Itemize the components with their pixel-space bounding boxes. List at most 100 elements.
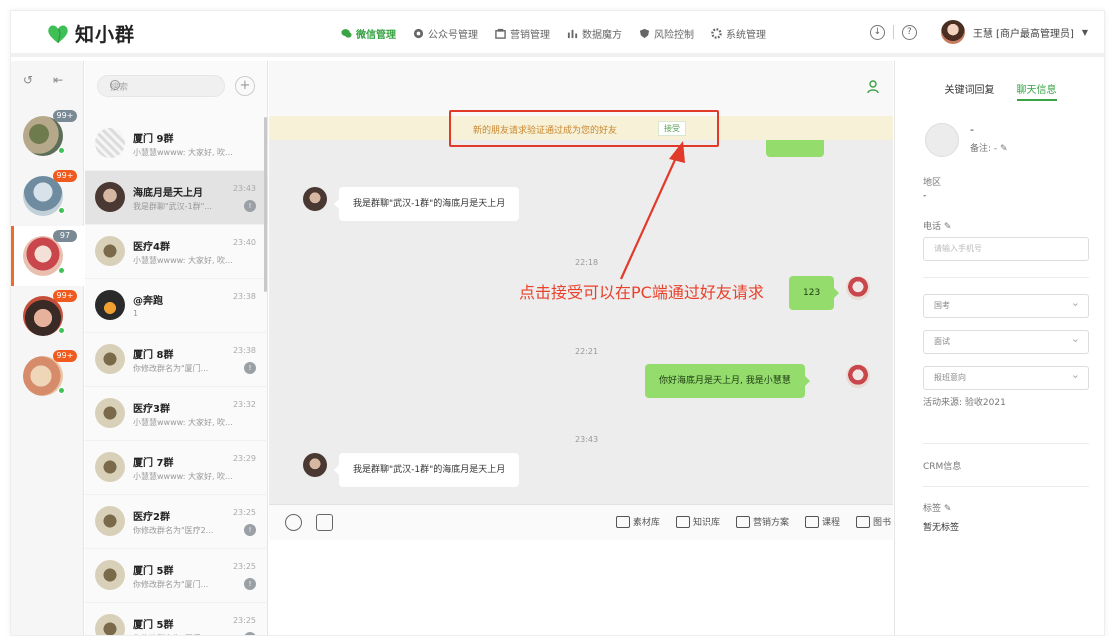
knowledge-base-button[interactable]: 知识库 <box>675 515 720 528</box>
chat-avatar <box>95 452 125 482</box>
marketing-plan-button[interactable]: 营销方案 <box>735 515 789 528</box>
gear-icon <box>711 28 722 39</box>
phone-input[interactable]: 请输入手机号 <box>923 237 1089 261</box>
nav-data-cube[interactable]: 数据魔方 <box>567 26 622 41</box>
chat-list-item[interactable]: 医疗2群 23:25 你修改群名为"医疗2...! <box>85 495 268 549</box>
chat-preview: 小慧慧wwww: 大家好, 吹... <box>133 148 233 157</box>
unread-badge: 99+ <box>53 290 77 302</box>
chat-list-item[interactable]: 海底月是天上月 23:43 我是群聊"武汉-1群"...! <box>85 171 268 225</box>
books-button[interactable]: 图书 <box>855 515 891 528</box>
unread-badge: 97 <box>53 230 77 242</box>
chat-name: 厦门 5群 <box>133 620 174 631</box>
scrollbar[interactable] <box>264 117 267 292</box>
select-exam-type[interactable]: 国考 <box>923 292 1089 318</box>
divider <box>923 277 1089 278</box>
nav-risk-control[interactable]: 风险控制 <box>639 26 694 41</box>
chat-list-item[interactable]: 厦门 5群23:25你修改群名为"厦门...! <box>85 603 268 635</box>
user-avatar[interactable] <box>940 20 965 44</box>
chat-time: 23:38 <box>232 292 256 301</box>
chat-avatar <box>95 560 125 590</box>
annotation-text: 点击接受可以在PC端通过好友请求 <box>519 283 764 302</box>
divider <box>923 486 1089 487</box>
chat-list-item[interactable]: 医疗3群 23:32 小慧慧wwww: 大家好, 吹... <box>85 387 268 441</box>
nav-official-account[interactable]: 公众号管理 <box>413 26 478 41</box>
unread-badge: 99+ <box>53 110 77 122</box>
back-icon[interactable]: ↺ <box>23 73 33 87</box>
chat-time: 23:32 <box>232 400 256 409</box>
nav-system-management[interactable]: 系统管理 <box>711 26 766 41</box>
contact-note[interactable]: 备注: - ✎ <box>970 141 1008 154</box>
chat-list-item[interactable]: 厦门 9群小慧慧wwww: 大家好, 吹... <box>85 117 268 171</box>
nav-marketing[interactable]: 营销管理 <box>495 26 550 41</box>
message-input[interactable] <box>269 540 893 635</box>
chat-time: 23:25 <box>232 616 256 625</box>
edit-icon[interactable]: ✎ <box>1000 144 1008 154</box>
message-outgoing: 123 <box>789 276 840 310</box>
chat-time: 23:29 <box>232 454 256 463</box>
nav-label: 系统管理 <box>726 30 766 41</box>
add-button[interactable]: + <box>235 76 255 96</box>
self-avatar[interactable] <box>846 276 870 300</box>
chat-time: 23:25 <box>232 562 256 571</box>
user-name[interactable]: 王慧 [商户最高管理员] <box>973 25 1074 40</box>
app-window: 知小群 微信管理 公众号管理 营销管理 数据魔方 风险控制 系统管理 ↓ ? 王… <box>10 10 1105 636</box>
online-dot <box>58 207 65 214</box>
note-text: 备注: - <box>970 144 998 154</box>
nav-label: 营销管理 <box>510 30 550 41</box>
edit-icon[interactable]: ✎ <box>944 222 952 232</box>
chat-preview: 小慧慧wwww: 大家好, 吹... <box>133 256 233 265</box>
chat-list-item[interactable]: 厦门 5群23:25你修改群名为"厦门...! <box>85 549 268 603</box>
unread-mark-icon: ! <box>244 362 256 374</box>
online-dot <box>58 327 65 334</box>
contact-avatar[interactable] <box>303 453 327 477</box>
shield-icon <box>639 28 650 39</box>
cloud-download-icon[interactable]: ↓ <box>869 24 885 40</box>
unread-mark-icon: ! <box>244 578 256 590</box>
nav-label: 公众号管理 <box>428 30 478 41</box>
contact-info-panel: 关键词回复 聊天信息 - 备注: - ✎ 地区 - 电话 ✎ 请输入手机号 国考… <box>894 61 1104 635</box>
account-avatar-3[interactable]: 97 <box>23 230 77 276</box>
search-icon <box>110 80 120 90</box>
edit-icon[interactable]: ✎ <box>944 504 952 514</box>
chat-list-item[interactable]: 厦门 7群 23:29 小慧慧wwww: 大家好, 吹... <box>85 441 268 495</box>
toolbar-label: 营销方案 <box>752 518 789 528</box>
tab-keyword-reply[interactable]: 关键词回复 <box>945 81 995 101</box>
material-library-button[interactable]: 素材库 <box>615 515 660 528</box>
region-label: 地区 <box>923 178 942 188</box>
tab-chat-info[interactable]: 聊天信息 <box>1016 81 1057 101</box>
nav-wechat-management[interactable]: 微信管理 <box>341 26 396 41</box>
app-logo: 知小群 <box>47 20 135 47</box>
chat-time: 23:40 <box>232 238 256 247</box>
self-avatar[interactable] <box>846 364 870 388</box>
chat-preview: 小慧慧wwww: 大家好, 吹... <box>133 472 233 481</box>
chat-name: 厦门 9群 <box>133 134 174 145</box>
account-avatar-4[interactable]: 99+ <box>23 290 77 336</box>
account-avatar-5[interactable]: 99+ <box>23 350 77 396</box>
emoji-icon[interactable] <box>285 514 302 531</box>
contact-avatar-placeholder <box>925 123 959 157</box>
message-incoming: 我是群聊"武汉-1群"的海底月是天上月 <box>333 187 520 221</box>
chat-avatar <box>95 506 125 536</box>
chat-time: 23:25 <box>232 508 256 517</box>
chat-list-item[interactable]: 厦门 8群 23:38 你修改群名为"厦门...! <box>85 333 268 387</box>
toolbar-label: 图书 <box>872 518 891 528</box>
select-interview[interactable]: 面试 <box>923 328 1089 354</box>
collapse-icon[interactable]: ⇤ <box>53 73 63 87</box>
course-button[interactable]: 课程 <box>804 515 840 528</box>
select-class-intent[interactable]: 报班意向 <box>923 364 1089 390</box>
search-input[interactable]: 搜索 <box>97 75 225 97</box>
person-add-icon[interactable] <box>867 80 881 94</box>
account-avatar-1[interactable]: 99+ <box>23 110 77 156</box>
nav-label: 微信管理 <box>356 30 396 41</box>
help-icon[interactable]: ? <box>901 24 917 40</box>
account-avatar-2[interactable]: 99+ <box>23 170 77 216</box>
contact-avatar[interactable] <box>303 187 327 211</box>
contact-name: - <box>970 123 974 136</box>
chat-list-item[interactable]: @奔跑 23:38 1 <box>85 279 268 333</box>
folder-icon <box>615 515 630 528</box>
chevron-down-icon[interactable]: ▼ <box>1082 28 1088 37</box>
chat-time: 23:43 <box>232 184 256 193</box>
chat-list: 搜索 + 厦门 9群 小慧慧wwww: 大家好, 吹... 海底月是天上月 23:43… <box>85 61 268 635</box>
upload-icon[interactable] <box>316 514 333 531</box>
chat-list-item[interactable]: 医疗4群 23:40 小慧慧wwww: 大家好, 吹... <box>85 225 268 279</box>
